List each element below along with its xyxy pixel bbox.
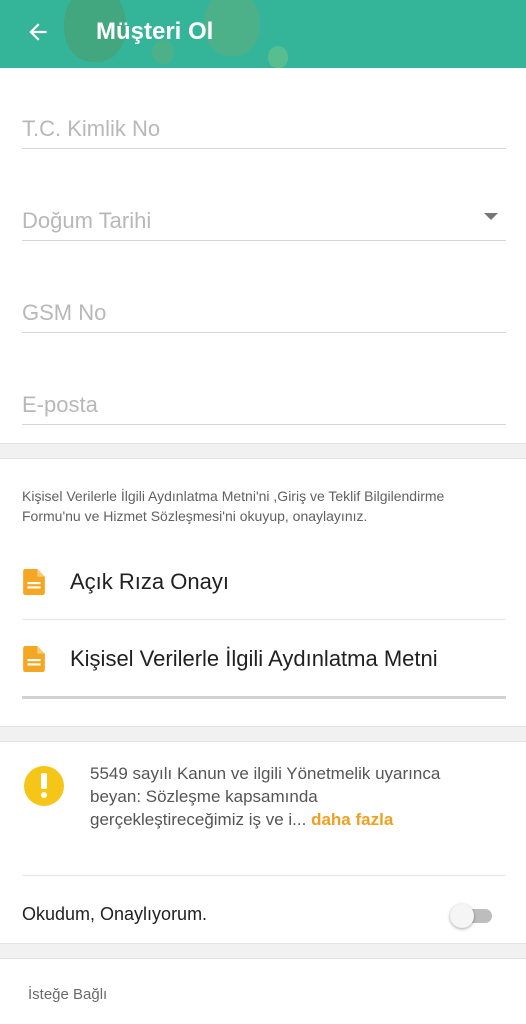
agreement-toggle[interactable] bbox=[450, 904, 492, 928]
doc-row-explicit-consent[interactable]: Açık Rıza Onayı bbox=[22, 545, 506, 619]
optional-section-label: İsteğe Bağlı bbox=[28, 986, 108, 1003]
email-field[interactable] bbox=[22, 374, 506, 425]
toggle-thumb bbox=[450, 904, 474, 928]
email-input[interactable] bbox=[22, 392, 506, 418]
section-divider bbox=[0, 443, 526, 459]
doc-label: Kişisel Verilerle İlgili Aydınlatma Metn… bbox=[70, 646, 438, 671]
document-icon bbox=[23, 569, 45, 595]
row-divider bbox=[22, 619, 506, 620]
arrow-left-icon bbox=[29, 23, 47, 41]
section-divider bbox=[0, 726, 526, 742]
page-title: Müşteri Ol bbox=[96, 18, 214, 45]
balloon-decoration bbox=[268, 46, 288, 68]
tc-input[interactable] bbox=[22, 116, 506, 142]
exclamation-glyph bbox=[41, 773, 47, 798]
section-divider bbox=[0, 943, 526, 959]
warning-icon bbox=[24, 766, 64, 806]
birthdate-field[interactable] bbox=[22, 190, 506, 241]
dropdown-arrow-icon[interactable] bbox=[484, 213, 498, 220]
notice-text: 5549 sayılı Kanun ve ilgili Yönetmelik u… bbox=[90, 762, 450, 831]
gsm-input[interactable] bbox=[22, 300, 506, 326]
more-link[interactable]: daha fazla bbox=[311, 810, 393, 829]
app-bar: Müşteri Ol bbox=[0, 0, 526, 68]
back-button[interactable] bbox=[22, 16, 54, 48]
agreement-row: Okudum, Onaylıyorum. bbox=[22, 888, 506, 944]
gsm-field[interactable] bbox=[22, 282, 506, 333]
tc-field[interactable] bbox=[22, 98, 506, 149]
row-divider bbox=[22, 875, 506, 876]
birthdate-input[interactable] bbox=[22, 208, 506, 234]
agreement-label: Okudum, Onaylıyorum. bbox=[22, 904, 208, 924]
doc-label: Açık Rıza Onayı bbox=[70, 569, 229, 594]
row-divider bbox=[22, 696, 506, 699]
doc-row-kvkk-text[interactable]: Kişisel Verilerle İlgili Aydınlatma Metn… bbox=[22, 622, 506, 696]
consent-intro-text: Kişisel Verilerle İlgili Aydınlatma Metn… bbox=[22, 488, 445, 524]
document-icon bbox=[23, 646, 45, 672]
legal-notice: 5549 sayılı Kanun ve ilgili Yönetmelik u… bbox=[22, 762, 506, 842]
